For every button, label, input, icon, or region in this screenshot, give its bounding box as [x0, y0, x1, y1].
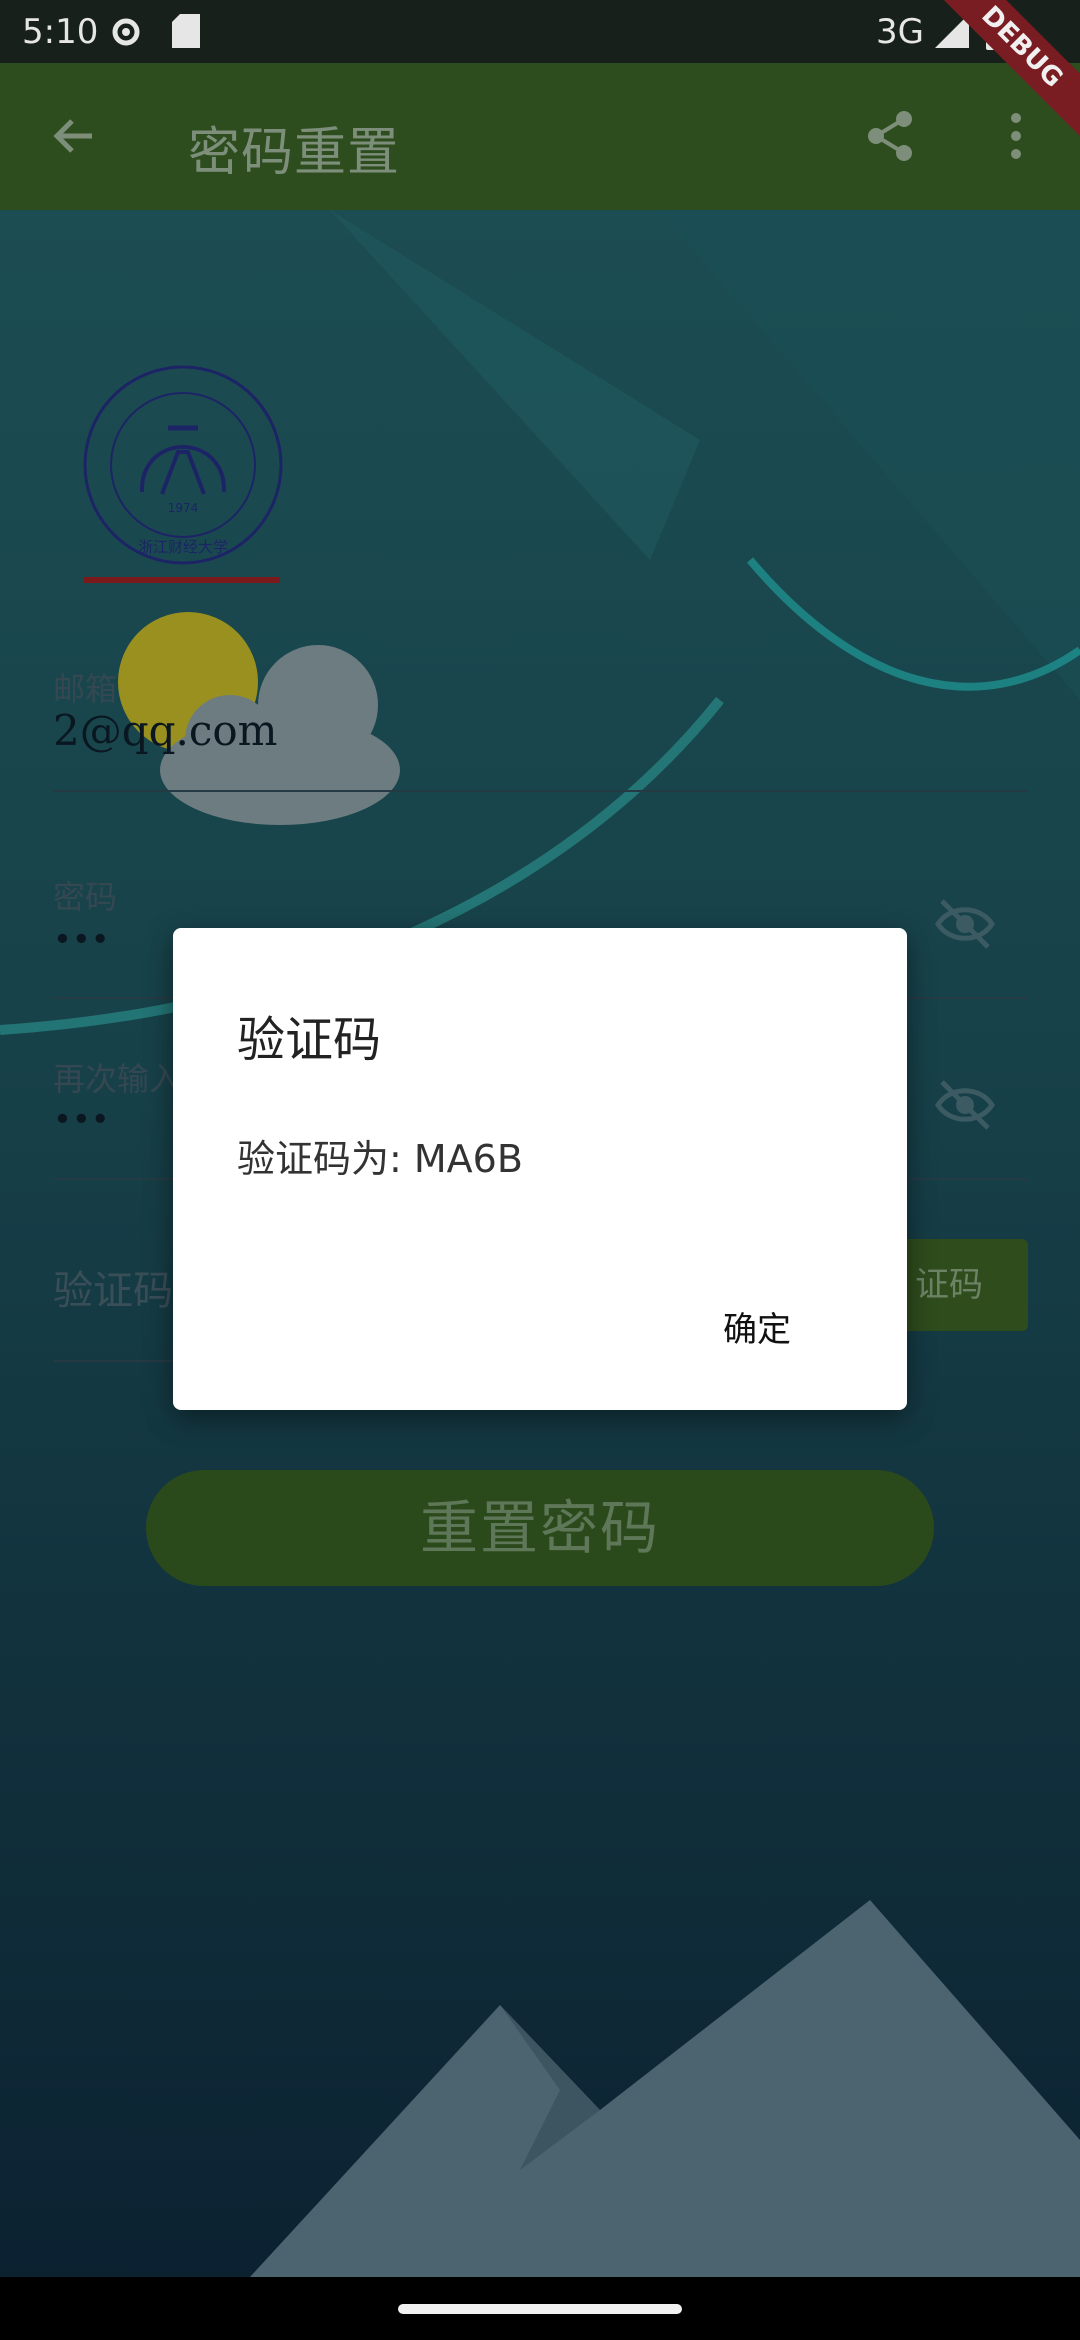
logo-year: 1974 — [168, 501, 199, 515]
logo-underline — [84, 577, 280, 583]
page-title: 密码重置 — [188, 123, 401, 183]
password-field[interactable]: ••• — [53, 920, 110, 958]
sd-card-icon — [172, 14, 200, 48]
app-bar: 密码重置 — [0, 63, 1080, 210]
share-icon[interactable] — [864, 109, 916, 163]
password-label: 密码 — [53, 878, 118, 916]
verification-dialog: 验证码 验证码为: MA6B 确定 — [173, 928, 907, 1410]
settings-icon — [112, 18, 140, 46]
visibility-off-icon[interactable] — [934, 893, 996, 955]
back-arrow-icon[interactable] — [48, 111, 98, 161]
email-label: 邮箱 — [53, 670, 118, 708]
dialog-title: 验证码 — [237, 1012, 382, 1068]
home-handle[interactable] — [398, 2304, 682, 2314]
network-type: 3G — [876, 12, 924, 52]
email-underline — [53, 790, 1028, 792]
confirm-password-field[interactable]: ••• — [53, 1100, 110, 1138]
status-time: 5:10 — [22, 12, 99, 52]
email-field[interactable]: 2@qq.com — [53, 706, 277, 755]
visibility-off-icon[interactable] — [934, 1074, 996, 1136]
university-logo: 1974 浙江财经大学 — [83, 365, 283, 565]
confirm-password-label: 再次输入 — [53, 1060, 182, 1098]
more-vert-icon[interactable] — [1008, 111, 1024, 161]
confirm-button[interactable]: 确定 — [723, 1302, 791, 1351]
reset-password-button[interactable]: 重置密码 — [146, 1470, 934, 1586]
status-bar: 5:10 3G — [0, 0, 1080, 63]
verification-code-input[interactable]: 验证码 — [53, 1258, 173, 1316]
logo-name: 浙江财经大学 — [138, 538, 228, 556]
dialog-message: 验证码为: MA6B — [237, 1137, 523, 1181]
